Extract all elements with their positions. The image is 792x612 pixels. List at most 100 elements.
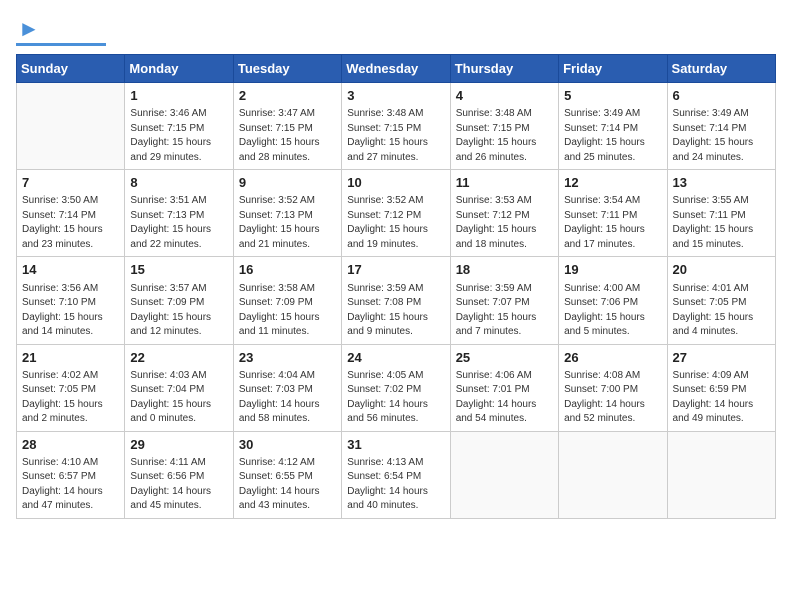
day-number: 11 (456, 174, 553, 192)
calendar-cell: 12 Sunrise: 3:54 AMSunset: 7:11 PMDayligh… (559, 170, 667, 257)
weekday-header-thursday: Thursday (450, 55, 558, 83)
day-info: Sunrise: 4:04 AMSunset: 7:03 PMDaylight:… (239, 369, 336, 427)
day-info: Sunrise: 3:56 AMSunset: 7:10 PMDaylight:… (22, 282, 119, 340)
day-number: 8 (130, 174, 227, 192)
calendar-cell: 28Sunrise: 4:10 AMSunset: 6:57 PMDayligh… (17, 431, 125, 518)
logo-arrow: ► (18, 16, 40, 42)
calendar-week-1: 1 Sunrise: 3:46 AMSunset: 7:15 PMDaylight… (17, 83, 776, 170)
day-number: 10 (347, 174, 444, 192)
weekday-header-wednesday: Wednesday (342, 55, 450, 83)
day-info: Sunrise: 3:52 AMSunset: 7:13 PMDaylight:… (239, 194, 336, 252)
day-info: Sunrise: 3:47 AMSunset: 7:15 PMDaylight:… (239, 107, 336, 165)
calendar-week-3: 14 Sunrise: 3:56 AMSunset: 7:10 PMDayligh… (17, 257, 776, 344)
calendar-cell: 7Sunrise: 3:50 AMSunset: 7:14 PMDaylight… (17, 170, 125, 257)
calendar-cell (559, 431, 667, 518)
calendar-cell: 2 Sunrise: 3:47 AMSunset: 7:15 PMDaylight… (233, 83, 341, 170)
day-info: Sunrise: 3:52 AMSunset: 7:12 PMDaylight:… (347, 194, 444, 252)
day-number: 12 (564, 174, 661, 192)
day-info: Sunrise: 4:02 AMSunset: 7:05 PMDaylight:… (22, 369, 119, 427)
day-info: Sunrise: 4:11 AMSunset: 6:56 PMDaylight:… (130, 456, 227, 514)
day-number: 14 (22, 261, 119, 279)
day-number: 1 (130, 87, 227, 105)
day-number: 30 (239, 436, 336, 454)
day-info: Sunrise: 4:06 AMSunset: 7:01 PMDaylight:… (456, 369, 553, 427)
day-info: Sunrise: 3:48 AMSunset: 7:15 PMDaylight:… (347, 107, 444, 165)
weekday-header-saturday: Saturday (667, 55, 775, 83)
day-number: 24 (347, 349, 444, 367)
day-number: 23 (239, 349, 336, 367)
day-info: Sunrise: 3:51 AMSunset: 7:13 PMDaylight:… (130, 194, 227, 252)
calendar-cell: 17 Sunrise: 3:59 AMSunset: 7:08 PMDayligh… (342, 257, 450, 344)
calendar-cell: 23 Sunrise: 4:04 AMSunset: 7:03 PMDayligh… (233, 344, 341, 431)
day-info: Sunrise: 3:49 AMSunset: 7:14 PMDaylight:… (673, 107, 770, 165)
calendar-cell (450, 431, 558, 518)
day-number: 26 (564, 349, 661, 367)
day-info: Sunrise: 4:10 AMSunset: 6:57 PMDaylight:… (22, 456, 119, 514)
day-number: 17 (347, 261, 444, 279)
calendar-cell (667, 431, 775, 518)
day-info: Sunrise: 3:59 AMSunset: 7:07 PMDaylight:… (456, 282, 553, 340)
logo-underline (16, 43, 106, 46)
day-info: Sunrise: 4:05 AMSunset: 7:02 PMDaylight:… (347, 369, 444, 427)
calendar-cell: 11Sunrise: 3:53 AMSunset: 7:12 PMDayligh… (450, 170, 558, 257)
logo: ► (16, 16, 106, 46)
day-number: 18 (456, 261, 553, 279)
day-number: 5 (564, 87, 661, 105)
day-info: Sunrise: 3:57 AMSunset: 7:09 PMDaylight:… (130, 282, 227, 340)
calendar-cell: 15 Sunrise: 3:57 AMSunset: 7:09 PMDayligh… (125, 257, 233, 344)
calendar-cell: 13Sunrise: 3:55 AMSunset: 7:11 PMDayligh… (667, 170, 775, 257)
calendar-cell: 29Sunrise: 4:11 AMSunset: 6:56 PMDayligh… (125, 431, 233, 518)
day-info: Sunrise: 4:13 AMSunset: 6:54 PMDaylight:… (347, 456, 444, 514)
day-info: Sunrise: 3:55 AMSunset: 7:11 PMDaylight:… (673, 194, 770, 252)
day-number: 25 (456, 349, 553, 367)
weekday-header-tuesday: Tuesday (233, 55, 341, 83)
day-number: 19 (564, 261, 661, 279)
day-number: 7 (22, 174, 119, 192)
calendar-cell: 24 Sunrise: 4:05 AMSunset: 7:02 PMDayligh… (342, 344, 450, 431)
day-info: Sunrise: 3:54 AMSunset: 7:11 PMDaylight:… (564, 194, 661, 252)
day-info: Sunrise: 4:12 AMSunset: 6:55 PMDaylight:… (239, 456, 336, 514)
day-info: Sunrise: 4:00 AMSunset: 7:06 PMDaylight:… (564, 282, 661, 340)
calendar-cell: 19 Sunrise: 4:00 AMSunset: 7:06 PMDayligh… (559, 257, 667, 344)
calendar-table: SundayMondayTuesdayWednesdayThursdayFrid… (16, 54, 776, 519)
calendar-cell: 21Sunrise: 4:02 AMSunset: 7:05 PMDayligh… (17, 344, 125, 431)
calendar-cell: 14 Sunrise: 3:56 AMSunset: 7:10 PMDayligh… (17, 257, 125, 344)
calendar-cell: 10 Sunrise: 3:52 AMSunset: 7:12 PMDayligh… (342, 170, 450, 257)
calendar-cell: 25 Sunrise: 4:06 AMSunset: 7:01 PMDayligh… (450, 344, 558, 431)
weekday-header-monday: Monday (125, 55, 233, 83)
calendar-cell: 3Sunrise: 3:48 AMSunset: 7:15 PMDaylight… (342, 83, 450, 170)
calendar-week-2: 7Sunrise: 3:50 AMSunset: 7:14 PMDaylight… (17, 170, 776, 257)
day-info: Sunrise: 4:01 AMSunset: 7:05 PMDaylight:… (673, 282, 770, 340)
calendar-cell: 20 Sunrise: 4:01 AMSunset: 7:05 PMDayligh… (667, 257, 775, 344)
calendar-cell: 26 Sunrise: 4:08 AMSunset: 7:00 PMDayligh… (559, 344, 667, 431)
day-number: 27 (673, 349, 770, 367)
weekday-header-row: SundayMondayTuesdayWednesdayThursdayFrid… (17, 55, 776, 83)
calendar-cell (17, 83, 125, 170)
day-number: 6 (673, 87, 770, 105)
calendar-week-5: 28Sunrise: 4:10 AMSunset: 6:57 PMDayligh… (17, 431, 776, 518)
day-info: Sunrise: 3:48 AMSunset: 7:15 PMDaylight:… (456, 107, 553, 165)
day-info: Sunrise: 3:59 AMSunset: 7:08 PMDaylight:… (347, 282, 444, 340)
day-info: Sunrise: 3:49 AMSunset: 7:14 PMDaylight:… (564, 107, 661, 165)
day-number: 9 (239, 174, 336, 192)
calendar-cell: 18 Sunrise: 3:59 AMSunset: 7:07 PMDayligh… (450, 257, 558, 344)
calendar-week-4: 21Sunrise: 4:02 AMSunset: 7:05 PMDayligh… (17, 344, 776, 431)
page-header: ► (16, 16, 776, 46)
day-number: 15 (130, 261, 227, 279)
day-number: 31 (347, 436, 444, 454)
day-info: Sunrise: 4:09 AMSunset: 6:59 PMDaylight:… (673, 369, 770, 427)
day-number: 4 (456, 87, 553, 105)
weekday-header-friday: Friday (559, 55, 667, 83)
calendar-cell: 9 Sunrise: 3:52 AMSunset: 7:13 PMDaylight… (233, 170, 341, 257)
calendar-cell: 5 Sunrise: 3:49 AMSunset: 7:14 PMDaylight… (559, 83, 667, 170)
calendar-cell: 31 Sunrise: 4:13 AMSunset: 6:54 PMDayligh… (342, 431, 450, 518)
calendar-cell: 8 Sunrise: 3:51 AMSunset: 7:13 PMDaylight… (125, 170, 233, 257)
calendar-cell: 6 Sunrise: 3:49 AMSunset: 7:14 PMDaylight… (667, 83, 775, 170)
calendar-cell: 1 Sunrise: 3:46 AMSunset: 7:15 PMDaylight… (125, 83, 233, 170)
day-number: 16 (239, 261, 336, 279)
day-number: 20 (673, 261, 770, 279)
day-info: Sunrise: 3:46 AMSunset: 7:15 PMDaylight:… (130, 107, 227, 165)
day-info: Sunrise: 4:08 AMSunset: 7:00 PMDaylight:… (564, 369, 661, 427)
day-number: 2 (239, 87, 336, 105)
calendar-cell: 22Sunrise: 4:03 AMSunset: 7:04 PMDayligh… (125, 344, 233, 431)
